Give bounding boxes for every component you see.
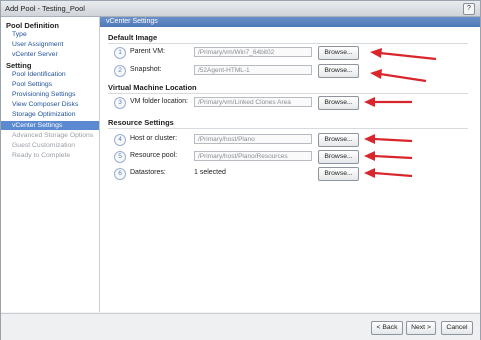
parent-vm-field[interactable]: /Primary/vm/Win7_64bit02 — [194, 47, 312, 57]
vm-folder-field[interactable]: /Primary/vm/Linked Clones Area — [194, 97, 312, 107]
wizard-footer: < Back Next > Cancel — [1, 313, 480, 340]
datastores-value: 1 selected — [194, 169, 226, 176]
sidebar-item-ready-to-complete: Ready to Complete — [12, 152, 71, 159]
step-number-2: 2 — [114, 65, 126, 77]
resource-pool-browse-button[interactable]: Browse... — [318, 150, 359, 164]
resource-pool-label: Resource pool: — [130, 152, 178, 159]
next-button[interactable]: Next > — [406, 321, 436, 335]
divider — [108, 128, 468, 129]
step-number-1: 1 — [114, 47, 126, 59]
sidebar-item-advanced-storage-options: Advanced Storage Options — [12, 132, 94, 139]
sidebar-item-user-assignment[interactable]: User Assignment — [12, 41, 63, 48]
snapshot-browse-button[interactable]: Browse... — [318, 64, 359, 78]
title-bar: Add Pool - Testing_Pool ? — [1, 1, 480, 17]
sidebar-item-type[interactable]: Type — [12, 31, 27, 38]
annotation-arrow-icon — [370, 48, 437, 61]
back-button[interactable]: < Back — [371, 321, 403, 335]
section-resource-settings: Resource Settings — [108, 118, 174, 127]
sidebar-heading-pool-definition: Pool Definition — [6, 21, 59, 30]
step-number-5: 5 — [114, 151, 126, 163]
parent-vm-label: Parent VM: — [130, 48, 166, 55]
content-panel: vCenter Settings Default Image 1 Parent … — [100, 17, 480, 312]
datastores-browse-button[interactable]: Browse... — [318, 167, 359, 181]
step-number-4: 4 — [114, 134, 126, 146]
vm-folder-label: VM folder location: — [130, 98, 188, 105]
help-button[interactable]: ? — [463, 3, 475, 15]
content-header: vCenter Settings — [100, 17, 480, 27]
snapshot-label: Snapshot: — [130, 66, 162, 73]
section-default-image: Default Image — [108, 33, 158, 42]
annotation-arrow-icon — [364, 134, 413, 144]
sidebar-item-vcenter-settings[interactable]: vCenter Settings — [1, 121, 99, 130]
dialog-window: Add Pool - Testing_Pool ? Pool Definitio… — [0, 0, 481, 340]
sidebar-item-provisioning-settings[interactable]: Provisioning Settings — [12, 91, 75, 98]
sidebar-item-view-composer-disks[interactable]: View Composer Disks — [12, 101, 78, 108]
host-cluster-label: Host or cluster: — [130, 135, 178, 142]
datastores-label: Datastores: — [130, 169, 166, 176]
content-header-title: vCenter Settings — [106, 18, 158, 25]
sidebar-item-pool-identification[interactable]: Pool Identification — [12, 71, 66, 78]
annotation-arrow-icon — [364, 97, 412, 107]
sidebar-heading-setting: Setting — [6, 61, 32, 70]
annotation-arrow-icon — [364, 151, 413, 161]
host-cluster-browse-button[interactable]: Browse... — [318, 133, 359, 147]
host-cluster-field[interactable]: /Primary/host/Plano — [194, 134, 312, 144]
sidebar-item-vcenter-server[interactable]: vCenter Server — [12, 51, 58, 58]
annotation-arrow-icon — [370, 69, 427, 83]
sidebar-item-guest-customization: Guest Customization — [12, 142, 76, 149]
step-number-3: 3 — [114, 97, 126, 109]
sidebar-item-pool-settings[interactable]: Pool Settings — [12, 81, 52, 88]
resource-pool-field[interactable]: /Primary/host/Plano/Resources — [194, 151, 312, 161]
window-title: Add Pool - Testing_Pool — [5, 4, 85, 13]
sidebar-item-storage-optimization[interactable]: Storage Optimization — [12, 111, 75, 118]
divider — [108, 93, 468, 94]
parent-vm-browse-button[interactable]: Browse... — [318, 46, 359, 60]
divider — [108, 43, 468, 44]
snapshot-field[interactable]: /52Agent-HTML-1 — [194, 65, 312, 75]
wizard-sidebar: Pool Definition Type User Assignment vCe… — [1, 17, 100, 312]
cancel-button[interactable]: Cancel — [441, 321, 473, 335]
annotation-arrow-icon — [364, 168, 413, 178]
section-vm-location: Virtual Machine Location — [108, 83, 197, 92]
step-number-6: 6 — [114, 168, 126, 180]
vm-folder-browse-button[interactable]: Browse... — [318, 96, 359, 110]
